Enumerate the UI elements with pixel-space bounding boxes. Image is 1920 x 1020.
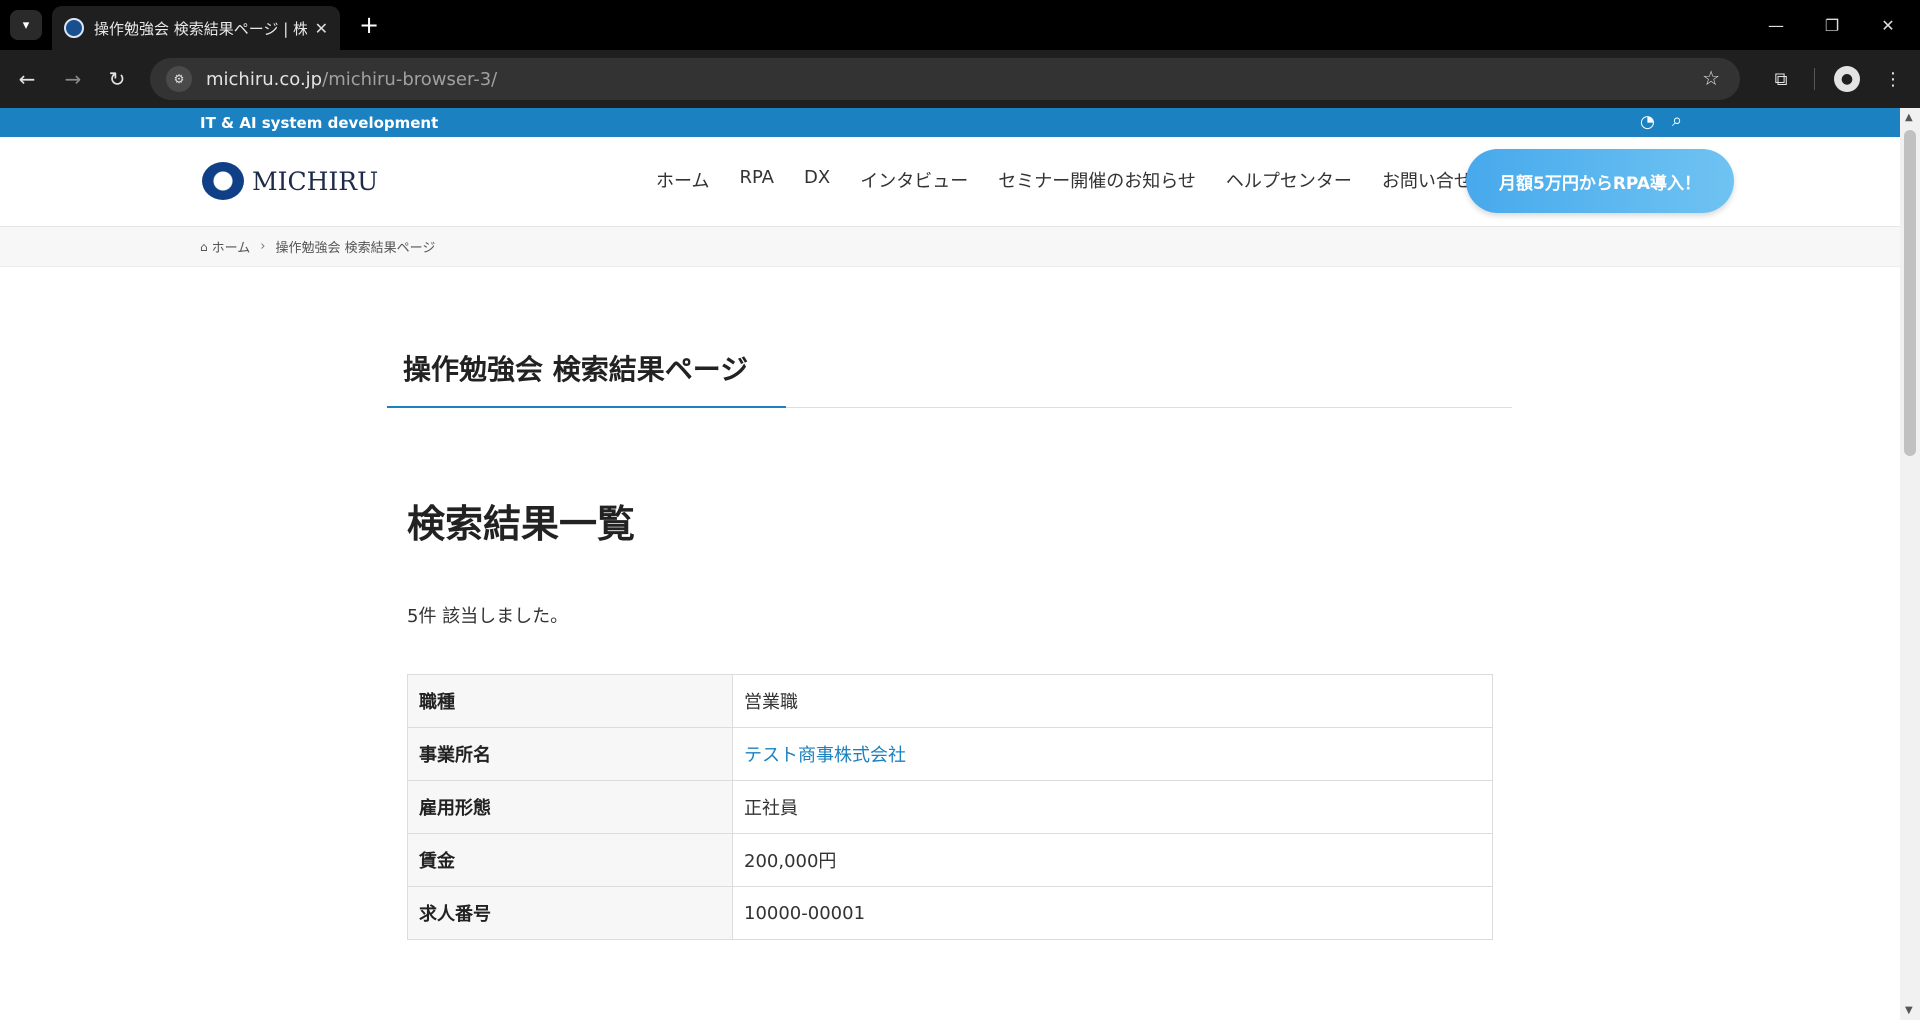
extensions-icon[interactable]: ⧉ xyxy=(1764,62,1798,96)
page-title: 操作勉強会 検索結果ページ xyxy=(403,353,749,386)
table-row: 求人番号 10000-00001 xyxy=(407,886,1493,940)
search-icon[interactable]: ⌕ xyxy=(1672,110,1682,131)
row-label: 求人番号 xyxy=(407,886,733,940)
home-icon: ⌂ xyxy=(200,239,208,254)
nav-help-center[interactable]: ヘルプセンター xyxy=(1226,167,1352,193)
restore-button[interactable]: ❐ xyxy=(1804,0,1860,50)
nav-home[interactable]: ホーム xyxy=(656,167,709,193)
url-domain: michiru.co.jp xyxy=(206,68,323,90)
logo-mark-icon xyxy=(202,162,244,200)
nav-rpa[interactable]: RPA xyxy=(739,167,774,193)
nav-dx[interactable]: DX xyxy=(804,167,830,193)
browser-tab-bar: ▾ 操作勉強会 検索結果ページ | 株式 ✕ + — ❐ ✕ xyxy=(0,0,1920,50)
row-label: 事業所名 xyxy=(407,727,733,781)
scrollbar-thumb[interactable] xyxy=(1904,130,1916,456)
row-label: 雇用形態 xyxy=(407,780,733,834)
page-scrollbar[interactable]: ▲ ▼ xyxy=(1900,108,1920,1020)
tab-close-icon[interactable]: ✕ xyxy=(315,19,328,38)
table-row: 職種 営業職 xyxy=(407,674,1493,728)
close-window-button[interactable]: ✕ xyxy=(1860,0,1916,50)
nav-interview[interactable]: インタビュー xyxy=(860,167,968,193)
profile-avatar-icon[interactable]: ● xyxy=(1834,66,1860,92)
title-underline xyxy=(387,406,786,408)
chevron-right-icon: › xyxy=(260,239,266,254)
scroll-down-icon[interactable]: ▼ xyxy=(1905,1005,1913,1016)
row-value: 正社員 xyxy=(732,780,1493,834)
row-value-cell: テスト商事株式会社 xyxy=(732,727,1493,781)
global-nav: ホーム RPA DX インタビュー セミナー開催のお知らせ ヘルプセンター お問… xyxy=(656,167,1502,193)
url-path: /michiru-browser-3/ xyxy=(322,68,498,90)
table-row: 賃金 200,000円 xyxy=(407,833,1493,887)
results-count: 5件 該当しました。 xyxy=(407,606,569,627)
breadcrumb-current: 操作勉強会 検索結果ページ xyxy=(275,241,436,256)
breadcrumb-home-link[interactable]: ホーム xyxy=(212,237,251,256)
tab-search-button[interactable]: ▾ xyxy=(10,10,42,40)
minimize-button[interactable]: — xyxy=(1748,0,1804,50)
site-logo[interactable]: MICHIRU xyxy=(202,162,378,200)
toolbar-divider xyxy=(1814,68,1815,90)
bookmark-star-icon[interactable]: ☆ xyxy=(1702,66,1720,90)
site-favicon-icon xyxy=(64,18,84,38)
page-title-block: 操作勉強会 検索結果ページ xyxy=(387,348,1512,408)
more-menu-icon[interactable]: ⋮ xyxy=(1876,62,1910,96)
rss-icon[interactable]: ◔ xyxy=(1640,112,1655,132)
site-info-icon[interactable]: ⚙ xyxy=(166,66,192,92)
results-heading: 検索結果一覧 xyxy=(407,502,636,546)
site-tagline: IT & AI system development xyxy=(200,114,439,132)
row-value: 営業職 xyxy=(732,674,1493,728)
row-label: 職種 xyxy=(407,674,733,728)
breadcrumb: ⌂ ホーム › 操作勉強会 検索結果ページ xyxy=(0,227,1900,267)
table-row: 事業所名 テスト商事株式会社 xyxy=(407,727,1493,781)
company-link[interactable]: テスト商事株式会社 xyxy=(744,745,906,766)
browser-toolbar: ← → ↻ ⚙ michiru.co.jp/michiru-browser-3/… xyxy=(0,50,1920,108)
forward-arrow-icon[interactable]: → xyxy=(56,62,90,96)
row-value: 10000-00001 xyxy=(732,886,1493,940)
new-tab-button[interactable]: + xyxy=(354,10,384,40)
chevron-down-icon: ▾ xyxy=(22,17,30,33)
scroll-up-icon[interactable]: ▲ xyxy=(1905,112,1913,123)
nav-contact[interactable]: お問い合せ xyxy=(1382,167,1472,193)
site-header: MICHIRU ホーム RPA DX インタビュー セミナー開催のお知らせ ヘル… xyxy=(0,137,1900,227)
logo-text: MICHIRU xyxy=(252,166,379,196)
nav-seminar[interactable]: セミナー開催のお知らせ xyxy=(998,167,1196,193)
site-top-strip: IT & AI system development ◔ ⌕ xyxy=(0,108,1900,137)
row-label: 賃金 xyxy=(407,833,733,887)
row-value: 200,000円 xyxy=(732,833,1493,887)
rpa-cta-button[interactable]: 月額5万円からRPA導入！ xyxy=(1466,149,1734,213)
table-row: 雇用形態 正社員 xyxy=(407,780,1493,834)
back-arrow-icon[interactable]: ← xyxy=(10,62,44,96)
reload-icon[interactable]: ↻ xyxy=(100,62,134,96)
page-viewport: IT & AI system development ◔ ⌕ MICHIRU ホ… xyxy=(0,108,1900,1020)
address-bar[interactable]: ⚙ michiru.co.jp/michiru-browser-3/ ☆ xyxy=(150,58,1740,100)
browser-tab-active[interactable]: 操作勉強会 検索結果ページ | 株式 ✕ xyxy=(52,6,340,50)
tab-title: 操作勉強会 検索結果ページ | 株式 xyxy=(94,19,307,38)
results-table: 職種 営業職 事業所名 テスト商事株式会社 雇用形態 正社員 賃金 200,000円 求人番号 1… xyxy=(407,674,1493,940)
url-text[interactable]: michiru.co.jp/michiru-browser-3/ xyxy=(206,69,497,90)
